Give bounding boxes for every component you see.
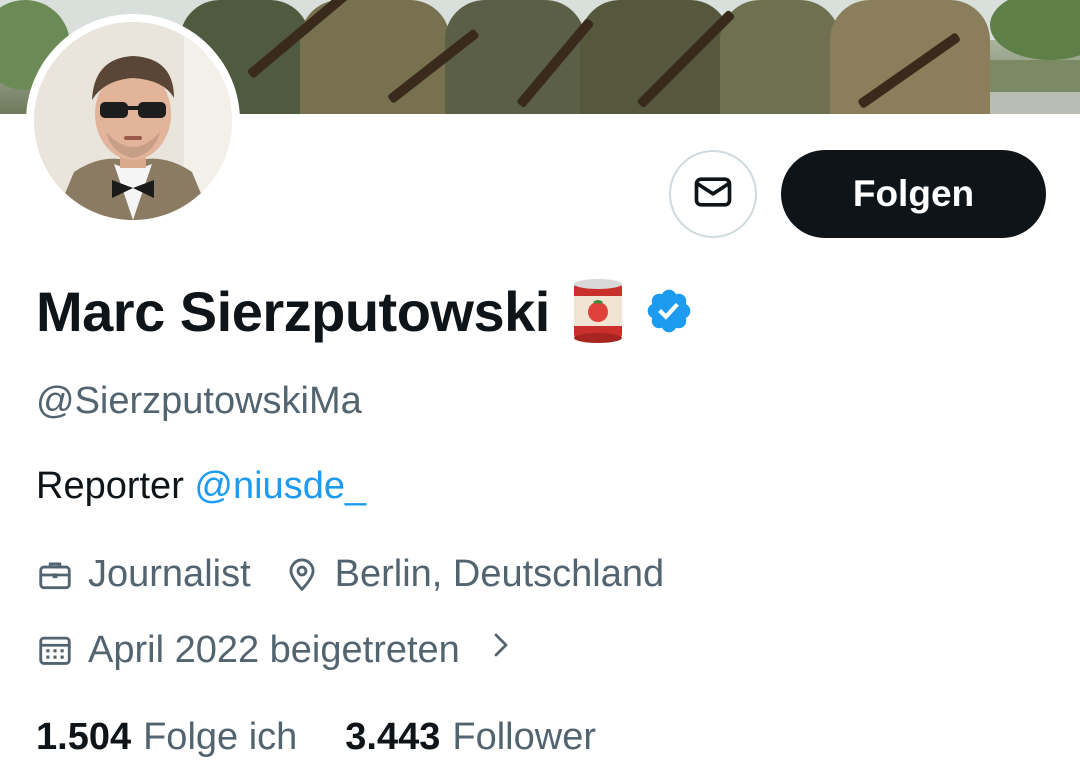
profile-name-row: Marc Sierzputowski — [36, 276, 694, 346]
profile-stats: 1.504 Folge ich 3.443 Follower — [36, 716, 596, 759]
followers-label: Follower — [452, 716, 596, 758]
profession-label: Journalist — [88, 553, 251, 595]
tomato-can-icon — [570, 278, 626, 344]
following-count: 1.504 — [36, 716, 132, 758]
joined-label: April 2022 beigetreten — [88, 628, 460, 671]
joined-date: April 2022 beigetreten — [36, 629, 460, 672]
envelope-icon — [691, 170, 735, 219]
following-label: Folge ich — [143, 716, 298, 758]
bio-mention-link[interactable]: @niusde_ — [194, 465, 366, 507]
briefcase-icon — [39, 561, 71, 589]
follow-button[interactable]: Folgen — [781, 150, 1046, 238]
profile-bio: Reporter @niusde_ — [36, 465, 366, 508]
location-label: Berlin, Deutschland — [334, 553, 665, 595]
profile-meta-row: Journalist Berlin, Deutschland — [36, 553, 664, 596]
followers-stat[interactable]: 3.443 Follower — [345, 716, 596, 759]
joined-row[interactable]: April 2022 beigetreten — [36, 628, 516, 672]
location-pin-icon — [289, 558, 315, 591]
follow-button-label: Folgen — [852, 173, 975, 214]
following-stat[interactable]: 1.504 Folge ich — [36, 716, 297, 759]
chevron-right-icon[interactable] — [486, 628, 516, 672]
profile-name: Marc Sierzputowski — [36, 279, 550, 343]
calendar-icon — [39, 636, 71, 665]
bio-text: Reporter — [36, 465, 195, 507]
profile-avatar[interactable] — [26, 14, 240, 228]
location: Berlin, Deutschland — [283, 553, 665, 596]
profile-handle: @SierzputowskiMa — [36, 380, 362, 422]
profession: Journalist — [36, 553, 251, 596]
verified-badge-icon[interactable] — [644, 286, 694, 336]
followers-count: 3.443 — [345, 716, 441, 758]
message-button[interactable] — [669, 150, 757, 238]
